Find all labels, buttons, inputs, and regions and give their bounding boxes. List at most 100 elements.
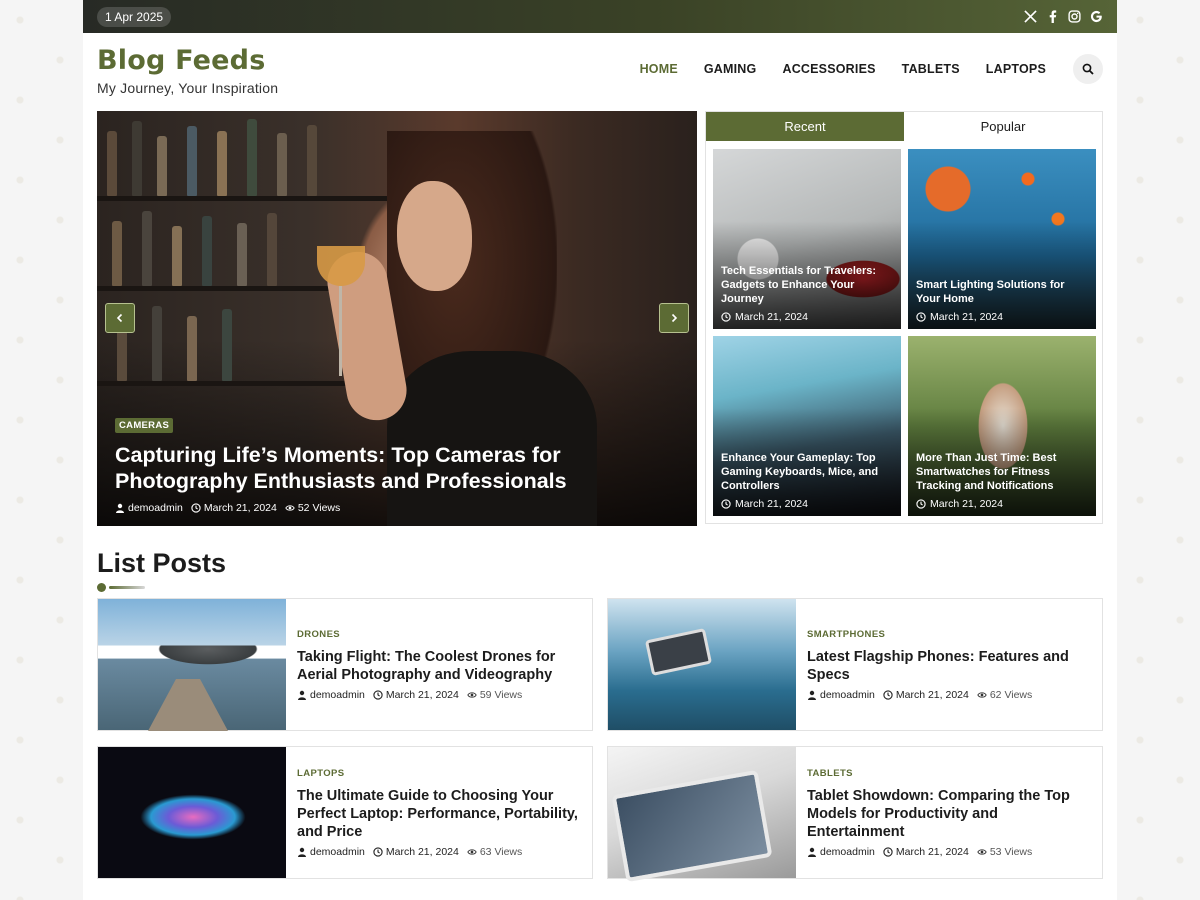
post-author-name: demoadmin <box>820 688 875 701</box>
nav-item-home[interactable]: HOME <box>640 62 678 76</box>
card-date-text: March 21, 2024 <box>735 311 808 323</box>
card-title[interactable]: Enhance Your Gameplay: Top Gaming Keyboa… <box>721 451 893 493</box>
tab-recent[interactable]: Recent <box>706 112 904 141</box>
post-date-text: March 21, 2024 <box>895 688 969 701</box>
post-date-text: March 21, 2024 <box>385 845 459 858</box>
card-title[interactable]: Tech Essentials for Travelers: Gadgets t… <box>721 264 893 306</box>
hero-category-badge[interactable]: CAMERAS <box>115 418 174 433</box>
post-views: 59 Views <box>467 689 522 701</box>
eye-icon <box>977 848 987 855</box>
card-content: More Than Just Time: Best Smartwatches f… <box>916 451 1088 510</box>
post-views-text: 53 Views <box>989 845 1033 858</box>
card-date: March 21, 2024 <box>721 311 893 323</box>
post-meta: demoadmin March 21, 2024 53 Views <box>807 846 1088 858</box>
post-body: TABLETS Tablet Showdown: Comparing the T… <box>807 747 1088 878</box>
card-date: March 21, 2024 <box>916 498 1088 510</box>
post-category[interactable]: SMARTPHONES <box>807 629 1088 640</box>
tab-popular[interactable]: Popular <box>904 112 1102 141</box>
eye-icon <box>977 691 987 698</box>
list-post: LAPTOPS The Ultimate Guide to Choosing Y… <box>97 746 593 879</box>
facebook-icon[interactable] <box>1046 10 1059 23</box>
hero-image-glass-stem <box>339 286 342 376</box>
instagram-icon[interactable] <box>1068 10 1081 23</box>
card-date: March 21, 2024 <box>916 311 1088 323</box>
card-title[interactable]: Smart Lighting Solutions for Your Home <box>916 278 1088 306</box>
post-author-name: demoadmin <box>310 845 365 858</box>
clock-icon <box>373 846 383 857</box>
post-date: March 21, 2024 <box>883 846 969 858</box>
hero-image-bottle <box>132 121 142 196</box>
post-views: 53 Views <box>977 846 1032 858</box>
site-tagline: My Journey, Your Inspiration <box>97 80 279 96</box>
post-thumbnail[interactable] <box>608 599 796 730</box>
underline-bar <box>109 586 145 589</box>
clock-icon <box>373 689 383 700</box>
post-date-text: March 21, 2024 <box>385 688 459 701</box>
nav-item-gaming[interactable]: GAMING <box>704 62 757 76</box>
card-title[interactable]: More Than Just Time: Best Smartwatches f… <box>916 451 1088 493</box>
site-title[interactable]: Blog Feeds <box>97 44 278 78</box>
list-post: DRONES Taking Flight: The Coolest Drones… <box>97 598 593 731</box>
hero-image-shelf <box>97 196 397 201</box>
recent-post-card[interactable]: More Than Just Time: Best Smartwatches f… <box>908 336 1096 516</box>
hero-image-face <box>397 181 472 291</box>
hero-author[interactable]: demoadmin <box>115 502 183 514</box>
recent-post-card[interactable]: Smart Lighting Solutions for Your Home M… <box>908 149 1096 329</box>
hero-image-bottle <box>222 309 232 381</box>
post-thumbnail[interactable] <box>608 747 796 878</box>
post-author[interactable]: demoadmin <box>297 846 365 858</box>
post-title[interactable]: Tablet Showdown: Comparing the Top Model… <box>807 787 1088 841</box>
nav-item-laptops[interactable]: LAPTOPS <box>986 62 1046 76</box>
hero-slider[interactable]: CAMERAS Capturing Life’s Moments: Top Ca… <box>97 111 697 526</box>
hero-image-bottle <box>142 211 152 286</box>
card-date-text: March 21, 2024 <box>930 498 1003 510</box>
post-title[interactable]: Latest Flagship Phones: Features and Spe… <box>807 648 1088 684</box>
post-thumbnail[interactable] <box>98 747 286 878</box>
chevron-left-icon <box>116 313 123 323</box>
post-date: March 21, 2024 <box>883 689 969 701</box>
chevron-right-icon <box>671 313 678 323</box>
post-category[interactable]: TABLETS <box>807 768 1088 779</box>
user-icon <box>808 847 816 857</box>
post-category[interactable]: DRONES <box>297 629 578 640</box>
eye-icon <box>285 505 295 511</box>
post-date: March 21, 2024 <box>373 689 459 701</box>
recent-post-card[interactable]: Tech Essentials for Travelers: Gadgets t… <box>713 149 901 329</box>
post-author[interactable]: demoadmin <box>297 689 365 701</box>
post-author[interactable]: demoadmin <box>807 689 875 701</box>
post-author[interactable]: demoadmin <box>807 846 875 858</box>
main-nav: HOME GAMING ACCESSORIES TABLETS LAPTOPS <box>614 54 1103 84</box>
post-title[interactable]: Taking Flight: The Coolest Drones for Ae… <box>297 648 578 684</box>
card-content: Smart Lighting Solutions for Your Home M… <box>916 278 1088 323</box>
post-title[interactable]: The Ultimate Guide to Choosing Your Perf… <box>297 787 578 841</box>
post-body: SMARTPHONES Latest Flagship Phones: Feat… <box>807 599 1088 730</box>
post-date: March 21, 2024 <box>373 846 459 858</box>
slider-prev-button[interactable] <box>105 303 135 333</box>
clock-icon <box>191 503 201 513</box>
hero-title[interactable]: Capturing Life’s Moments: Top Cameras fo… <box>115 442 679 494</box>
brand: Blog Feeds My Journey, Your Inspiration <box>97 44 278 96</box>
post-author-name: demoadmin <box>820 845 875 858</box>
hero-image-bottle <box>112 221 122 286</box>
recent-post-card[interactable]: Enhance Your Gameplay: Top Gaming Keyboa… <box>713 336 901 516</box>
search-icon <box>1082 63 1094 75</box>
card-date: March 21, 2024 <box>721 498 893 510</box>
nav-item-tablets[interactable]: TABLETS <box>902 62 960 76</box>
hero-views: 52 Views <box>285 502 340 514</box>
slider-next-button[interactable] <box>659 303 689 333</box>
card-date-text: March 21, 2024 <box>735 498 808 510</box>
current-date: 1 Apr 2025 <box>97 6 172 27</box>
google-icon[interactable] <box>1090 10 1103 23</box>
recent-popular-panel: Recent Popular Tech Essentials for Trave… <box>705 111 1103 524</box>
post-meta: demoadmin March 21, 2024 63 Views <box>297 846 578 858</box>
user-icon <box>298 847 306 857</box>
user-icon <box>116 503 124 513</box>
x-icon[interactable] <box>1024 10 1037 23</box>
post-category[interactable]: LAPTOPS <box>297 768 578 779</box>
hero-content: CAMERAS Capturing Life’s Moments: Top Ca… <box>115 415 679 514</box>
list-post: SMARTPHONES Latest Flagship Phones: Feat… <box>607 598 1103 731</box>
card-date-text: March 21, 2024 <box>930 311 1003 323</box>
search-button[interactable] <box>1073 54 1103 84</box>
nav-item-accessories[interactable]: ACCESSORIES <box>782 62 875 76</box>
post-thumbnail[interactable] <box>98 599 286 730</box>
